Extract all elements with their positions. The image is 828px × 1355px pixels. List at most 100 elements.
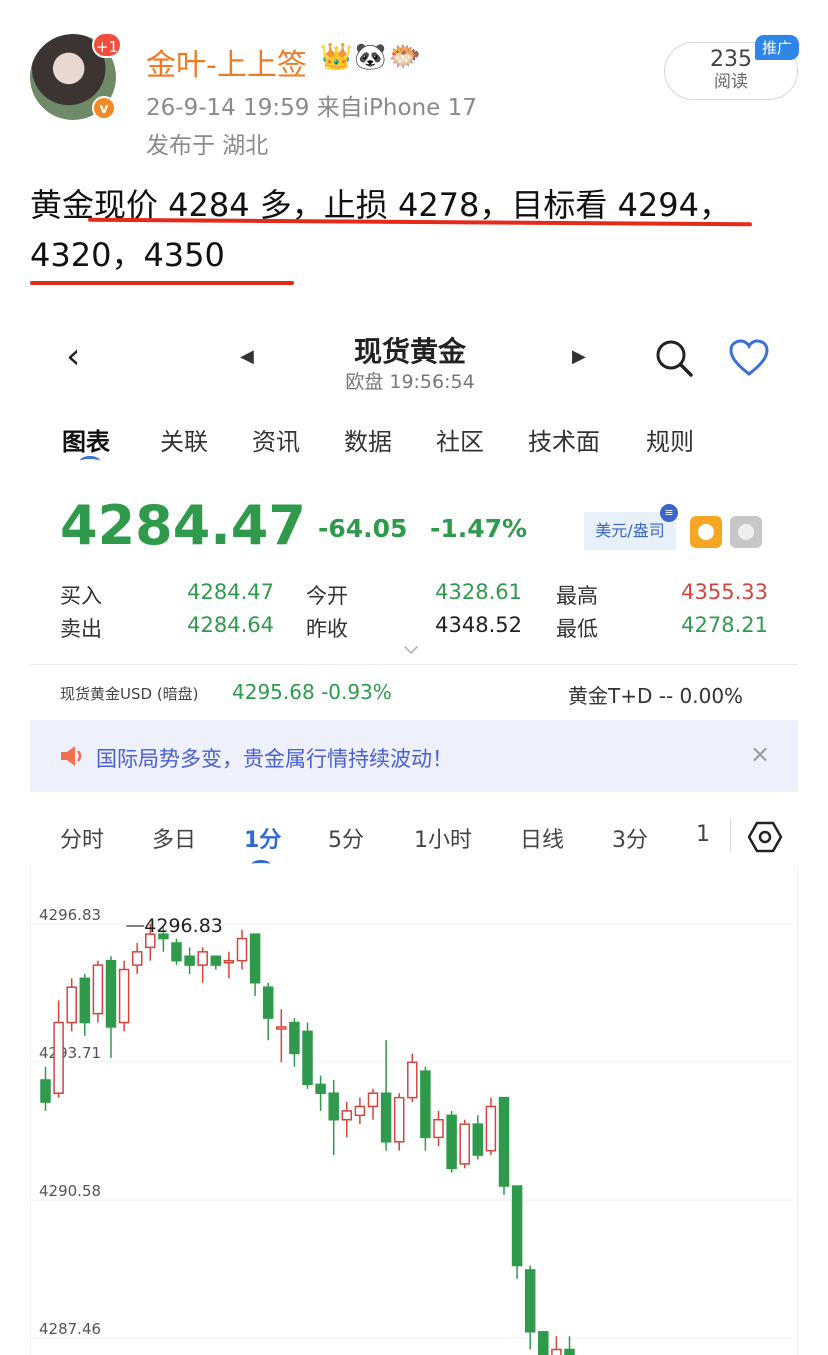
price-change: -64.05 xyxy=(318,514,408,543)
period-tab-1hour[interactable]: 1小时 xyxy=(414,822,472,854)
tab-community[interactable]: 社区 xyxy=(436,422,484,457)
candle-up xyxy=(407,1061,418,1099)
alert-icon[interactable] xyxy=(690,516,722,548)
low-label: 最低 xyxy=(556,617,598,641)
candle-down xyxy=(328,1092,339,1121)
promo-badge: 推广 xyxy=(755,35,800,60)
candle-up xyxy=(354,1105,366,1117)
search-icon[interactable] xyxy=(654,338,694,378)
prev-close-value: 4348.52 xyxy=(435,613,522,637)
period-tab-multiday[interactable]: 多日 xyxy=(152,822,196,854)
candle-down xyxy=(420,1070,431,1139)
red-underline-2 xyxy=(30,281,294,285)
period-tab-3min[interactable]: 3分 xyxy=(612,822,648,854)
candle-down xyxy=(511,1185,523,1267)
period-tab-more[interactable]: 1 xyxy=(696,822,710,847)
divider xyxy=(730,818,731,852)
open-value: 4328.61 xyxy=(435,580,522,604)
period-tab-1min[interactable]: 1分 xyxy=(244,822,281,854)
next-arrow-icon[interactable]: ▶ xyxy=(572,346,586,367)
low-value: 4278.21 xyxy=(681,613,768,637)
period-tab-timeshare[interactable]: 分时 xyxy=(60,822,104,854)
candle-down xyxy=(40,1079,51,1103)
sell-label: 卖出 xyxy=(60,617,102,641)
page-title: 现货黄金 xyxy=(353,335,466,368)
prev-arrow-icon[interactable]: ◀ xyxy=(240,346,254,367)
candle-down xyxy=(380,1092,392,1143)
username[interactable]: 金叶-上上签 xyxy=(146,40,307,84)
back-chevron-icon[interactable]: ‹ xyxy=(66,336,80,377)
td-quote[interactable]: 黄金T+D -- 0.00% xyxy=(568,680,743,709)
candle-up xyxy=(393,1096,405,1143)
candle-down xyxy=(472,1123,484,1156)
candle-up xyxy=(118,968,130,1024)
active-tab-indicator xyxy=(80,456,100,466)
related-quote-value: 4295.68 -0.93% xyxy=(232,680,392,704)
compare-icon[interactable] xyxy=(730,516,762,548)
period-tab-5min[interactable]: 5分 xyxy=(328,822,364,854)
notice-text: 国际局势多变，贵金属行情持续波动！ xyxy=(96,747,453,771)
divider xyxy=(30,664,798,665)
candle-down xyxy=(302,1030,313,1086)
candle-down xyxy=(315,1083,326,1094)
candle-up xyxy=(92,964,104,1015)
candle-up xyxy=(53,1021,64,1094)
tab-technical[interactable]: 技术面 xyxy=(528,422,600,457)
tab-data[interactable]: 数据 xyxy=(344,422,392,457)
buy-value: 4284.47 xyxy=(187,580,274,604)
candle-up xyxy=(485,1105,497,1152)
candle-down xyxy=(210,955,222,966)
candle-down xyxy=(184,955,195,966)
close-icon[interactable]: × xyxy=(750,740,770,768)
max-value-label: 4296.83 xyxy=(144,915,223,937)
buy-label: 买入 xyxy=(60,584,102,608)
candle-down xyxy=(446,1114,457,1170)
candle-down xyxy=(79,977,91,1024)
candle-up xyxy=(197,951,208,966)
candle-up xyxy=(459,1123,470,1165)
current-price: 4284.47 xyxy=(60,494,306,557)
candle-down xyxy=(289,1021,300,1055)
post-text-line-2: 4320，4350 xyxy=(30,236,225,274)
period-tab-daily[interactable]: 日线 xyxy=(520,822,564,854)
price-change-percent: -1.47% xyxy=(430,514,528,543)
candle-down xyxy=(524,1269,536,1333)
candle-up xyxy=(551,1348,562,1355)
expand-chevron-icon[interactable] xyxy=(404,640,418,654)
tab-chart[interactable]: 图表 xyxy=(62,422,110,457)
tab-news[interactable]: 资讯 xyxy=(252,422,300,457)
sell-value: 4284.64 xyxy=(187,613,274,637)
candle-up xyxy=(223,959,235,964)
user-badge-icons: 👑🐼🐡 xyxy=(320,42,424,72)
currency-menu-icon: ≡ xyxy=(660,504,678,522)
candle-down xyxy=(538,1331,549,1355)
high-label: 最高 xyxy=(556,584,598,608)
period-tabs: 分时 多日 1分 5分 1小时 日线 3分 1 xyxy=(0,816,828,863)
y-tick-label: 4293.71 xyxy=(39,1044,101,1062)
candle-down xyxy=(262,986,274,1019)
candle-up xyxy=(236,937,248,962)
market-session-time: 欧盘 19:56:54 xyxy=(345,371,475,393)
read-label: 阅读 xyxy=(714,72,748,92)
related-quote-label: 现货黄金USD (暗盘) xyxy=(60,685,199,703)
candle-up xyxy=(276,1026,287,1030)
candle-up xyxy=(367,1092,379,1108)
y-tick-label: 4290.58 xyxy=(39,1182,101,1200)
y-tick-label: 4296.83 xyxy=(39,906,101,924)
candle-up xyxy=(66,986,77,1024)
candle-down xyxy=(105,959,117,1028)
y-tick-label: 4287.46 xyxy=(39,1320,101,1338)
high-value: 4355.33 xyxy=(681,580,768,604)
verified-badge: v xyxy=(92,96,116,120)
tab-related[interactable]: 关联 xyxy=(160,422,208,457)
candlestick-chart[interactable]: 4296.83 4293.71 4290.58 4287.46 4296.83 xyxy=(30,866,798,1355)
candle-up xyxy=(341,1110,353,1121)
candle-down xyxy=(498,1096,510,1187)
speaker-icon xyxy=(61,746,82,766)
tab-rules[interactable]: 规则 xyxy=(646,422,694,457)
heart-icon[interactable] xyxy=(728,338,770,378)
candle-down xyxy=(249,933,261,984)
settings-icon[interactable] xyxy=(748,820,782,854)
post-meta: 26-9-14 19:59 来自iPhone 17 xyxy=(146,95,477,121)
chart-canvas: 4296.83 4293.71 4290.58 4287.46 4296.83 xyxy=(31,906,797,1355)
